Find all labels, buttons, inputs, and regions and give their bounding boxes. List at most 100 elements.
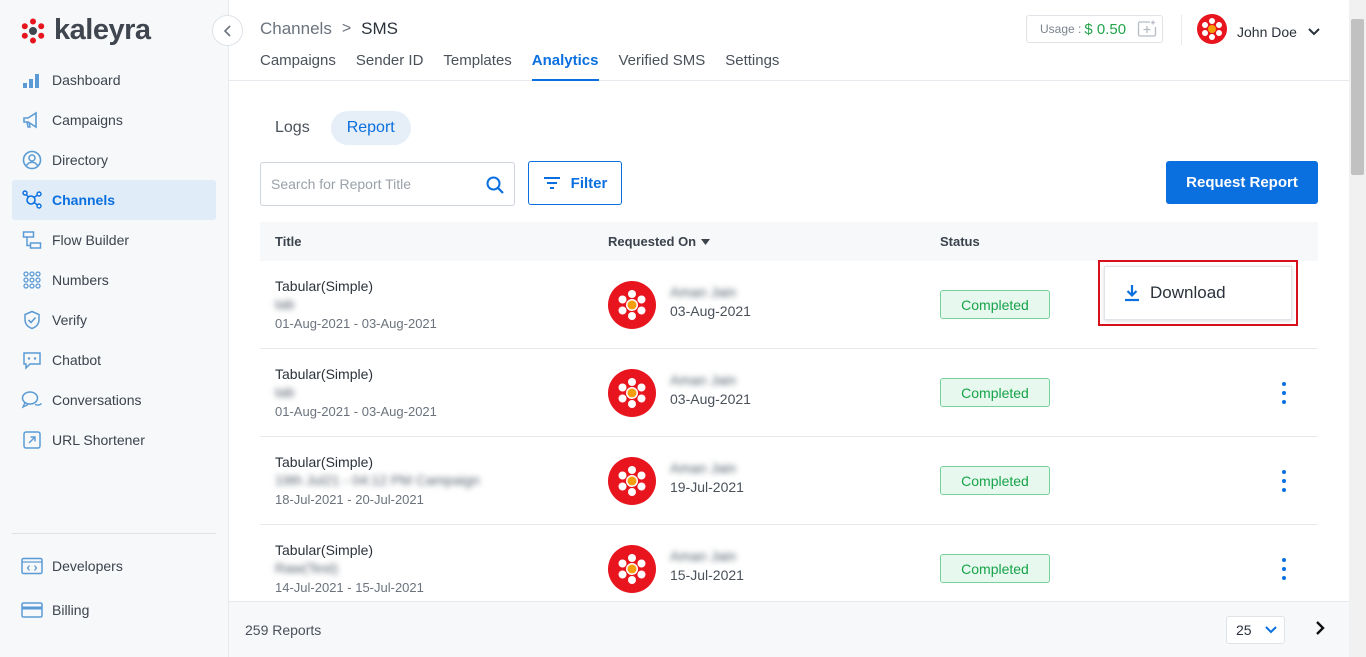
report-title-cell: Tabular(Simple) Raw(Test) 14-Jul-2021 - …: [275, 542, 424, 595]
avatar: [608, 369, 656, 417]
report-name: 19th Jul21 - 04:12 PM Campaign: [275, 472, 480, 488]
sidebar-item-label: Flow Builder: [52, 232, 130, 248]
request-report-button[interactable]: Request Report: [1166, 161, 1318, 204]
status-badge: Completed: [940, 554, 1050, 583]
breadcrumb-separator: >: [341, 20, 352, 37]
code-icon: [21, 555, 43, 577]
user-name: John Doe: [1237, 23, 1297, 40]
tab-settings[interactable]: Settings: [725, 52, 779, 81]
sidebar-nav: Dashboard Campaigns Directory Channels F…: [12, 60, 216, 460]
column-requested-on[interactable]: Requested On: [608, 234, 711, 249]
channels-icon: [21, 189, 43, 211]
kaleyra-logo[interactable]: kaleyra: [20, 14, 151, 47]
row-actions-menu-icon[interactable]: [1276, 558, 1292, 580]
report-date-range: 14-Jul-2021 - 15-Jul-2021: [275, 580, 424, 595]
shield-check-icon: [21, 309, 43, 331]
sidebar-item-label: Conversations: [52, 392, 142, 408]
sidebar-item-label: Channels: [52, 192, 116, 208]
page-scrollbar[interactable]: [1349, 0, 1366, 657]
sidebar-item-directory[interactable]: Directory: [12, 140, 216, 180]
sidebar: kaleyra Dashboard Campaigns Directory Ch…: [0, 0, 229, 657]
analytics-subtabs: Logs Report: [259, 111, 416, 145]
next-page-button[interactable]: [1314, 620, 1326, 641]
avatar: [608, 457, 656, 505]
sidebar-item-label: Verify: [52, 312, 88, 328]
filter-button[interactable]: Filter: [528, 161, 622, 205]
grid-dots-icon: [21, 269, 43, 291]
megaphone-icon: [21, 109, 43, 131]
tab-verified-sms[interactable]: Verified SMS: [619, 52, 706, 81]
sidebar-item-label: Directory: [52, 152, 109, 168]
sidebar-item-verify[interactable]: Verify: [12, 300, 216, 340]
column-title: Title: [275, 234, 302, 249]
sidebar-item-numbers[interactable]: Numbers: [12, 260, 216, 300]
sidebar-item-billing[interactable]: Billing: [12, 588, 216, 632]
avatar: [608, 281, 656, 329]
chevron-down-icon: [1264, 626, 1277, 634]
breadcrumb-channels[interactable]: Channels: [260, 19, 332, 39]
sidebar-divider: [12, 533, 216, 534]
sidebar-item-label: Chatbot: [52, 352, 102, 368]
sidebar-item-dashboard[interactable]: Dashboard: [12, 60, 216, 100]
sidebar-item-label: Billing: [52, 602, 90, 618]
sidebar-item-campaigns[interactable]: Campaigns: [12, 100, 216, 140]
card-icon: [21, 599, 43, 621]
subtab-logs[interactable]: Logs: [259, 111, 326, 145]
report-title-cell: Tabular(Simple) 19th Jul21 - 04:12 PM Ca…: [275, 454, 480, 507]
report-name: tab: [275, 384, 295, 400]
chat-bubbles-icon: [21, 389, 43, 411]
sidebar-item-channels[interactable]: Channels: [12, 180, 216, 220]
column-requested-on-label: Requested On: [608, 234, 697, 249]
sort-down-icon: [701, 238, 711, 245]
requested-date: 15-Jul-2021: [670, 567, 744, 583]
report-title-cell: Tabular(Simple) tab 01-Aug-2021 - 03-Aug…: [275, 366, 437, 419]
requested-date: 03-Aug-2021: [670, 303, 751, 319]
report-type: Tabular(Simple): [275, 454, 374, 470]
sidebar-item-url-shortener[interactable]: URL Shortener: [12, 420, 216, 460]
brand-name: kaleyra: [54, 14, 151, 46]
download-menu-item[interactable]: Download: [1104, 266, 1292, 320]
status-badge: Completed: [940, 290, 1050, 319]
page-header: Channels > SMS Campaigns Sender ID Templ…: [229, 0, 1349, 81]
column-status: Status: [940, 234, 980, 249]
scrollbar-thumb[interactable]: [1351, 19, 1364, 175]
kaleyra-logo-icon: [21, 18, 45, 43]
sidebar-item-label: Dashboard: [52, 72, 121, 88]
user-menu[interactable]: John Doe: [1197, 14, 1321, 49]
dashboard-icon: [21, 69, 43, 91]
download-label: Download: [1150, 283, 1226, 302]
row-actions-menu-icon[interactable]: [1276, 470, 1292, 492]
requester-name: Aman Jain: [670, 372, 737, 388]
search-input[interactable]: [271, 163, 476, 205]
tab-analytics[interactable]: Analytics: [531, 52, 599, 81]
report-type: Tabular(Simple): [275, 278, 374, 294]
avatar: [608, 545, 656, 593]
sidebar-item-conversations[interactable]: Conversations: [12, 380, 216, 420]
status-badge: Completed: [940, 466, 1050, 495]
row-actions-menu-icon[interactable]: [1276, 382, 1292, 404]
sidebar-item-flow-builder[interactable]: Flow Builder: [12, 220, 216, 260]
report-type: Tabular(Simple): [275, 542, 374, 558]
report-name: Raw(Test): [275, 560, 339, 576]
collapse-sidebar-button[interactable]: [212, 15, 243, 46]
sidebar-item-chatbot[interactable]: Chatbot: [12, 340, 216, 380]
requester-name: Aman Jain: [670, 548, 737, 564]
breadcrumb-sms: SMS: [361, 19, 399, 38]
requester-name: Aman Jain: [670, 460, 737, 476]
sidebar-item-developers[interactable]: Developers: [12, 544, 216, 588]
usage-widget: Usage : $ 0.50: [1026, 15, 1163, 43]
add-funds-icon[interactable]: [1137, 20, 1157, 38]
sidebar-item-label: URL Shortener: [52, 432, 145, 448]
report-search: [260, 162, 515, 206]
table-row: Tabular(Simple) Raw(Test) 14-Jul-2021 - …: [260, 525, 1318, 613]
table-row: Tabular(Simple) tab 01-Aug-2021 - 03-Aug…: [260, 349, 1318, 437]
tab-templates[interactable]: Templates: [443, 52, 511, 81]
tab-campaigns[interactable]: Campaigns: [260, 52, 336, 81]
search-icon[interactable]: [485, 175, 505, 200]
table-row: Tabular(Simple) 19th Jul21 - 04:12 PM Ca…: [260, 437, 1318, 525]
per-page-select[interactable]: 25: [1226, 616, 1285, 644]
tab-sender-id[interactable]: Sender ID: [356, 52, 424, 81]
per-page-value: 25: [1236, 622, 1252, 638]
chatbot-icon: [21, 349, 43, 371]
subtab-report[interactable]: Report: [330, 111, 411, 145]
